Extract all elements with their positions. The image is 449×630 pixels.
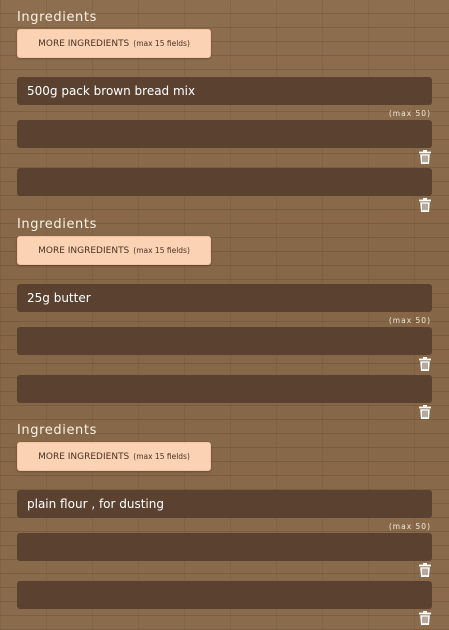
ingredients-section-3: Ingredients MORE INGREDIENTS (max 15 fie… [0, 413, 449, 625]
ingredient-field-3[interactable] [17, 375, 432, 403]
more-ingredients-label: MORE INGREDIENTS [38, 245, 130, 256]
ingredient-field-3[interactable] [17, 168, 432, 196]
max-length-hint: (max 50) [388, 316, 431, 325]
ingredients-section-2: Ingredients MORE INGREDIENTS (max 15 fie… [0, 207, 449, 419]
more-ingredients-label: MORE INGREDIENTS [38, 38, 130, 49]
trash-icon[interactable] [419, 611, 431, 625]
ingredient-field-2[interactable] [17, 533, 432, 561]
ingredient-field-1[interactable] [17, 284, 432, 312]
ingredient-field-2[interactable] [17, 327, 432, 355]
ingredient-field-2[interactable] [17, 120, 432, 148]
more-ingredients-button[interactable]: MORE INGREDIENTS (max 15 fields) [17, 236, 211, 265]
max-length-hint: (max 50) [388, 522, 431, 531]
ingredient-field-3[interactable] [17, 581, 432, 609]
ingredient-field-1[interactable] [17, 77, 432, 105]
ingredient-field-1[interactable] [17, 490, 432, 518]
more-ingredients-button[interactable]: MORE INGREDIENTS (max 15 fields) [17, 29, 211, 58]
more-ingredients-hint: (max 15 fields) [133, 246, 190, 255]
max-length-hint: (max 50) [388, 109, 431, 118]
section-title: Ingredients [17, 217, 97, 232]
more-ingredients-hint: (max 15 fields) [133, 39, 190, 48]
ingredients-section-1: Ingredients MORE INGREDIENTS (max 15 fie… [0, 0, 449, 212]
section-title: Ingredients [17, 10, 97, 25]
more-ingredients-label: MORE INGREDIENTS [38, 451, 130, 462]
more-ingredients-hint: (max 15 fields) [133, 452, 190, 461]
trash-icon[interactable] [419, 357, 431, 371]
section-title: Ingredients [17, 423, 97, 438]
trash-icon[interactable] [419, 563, 431, 577]
trash-icon[interactable] [419, 150, 431, 164]
more-ingredients-button[interactable]: MORE INGREDIENTS (max 15 fields) [17, 442, 211, 471]
